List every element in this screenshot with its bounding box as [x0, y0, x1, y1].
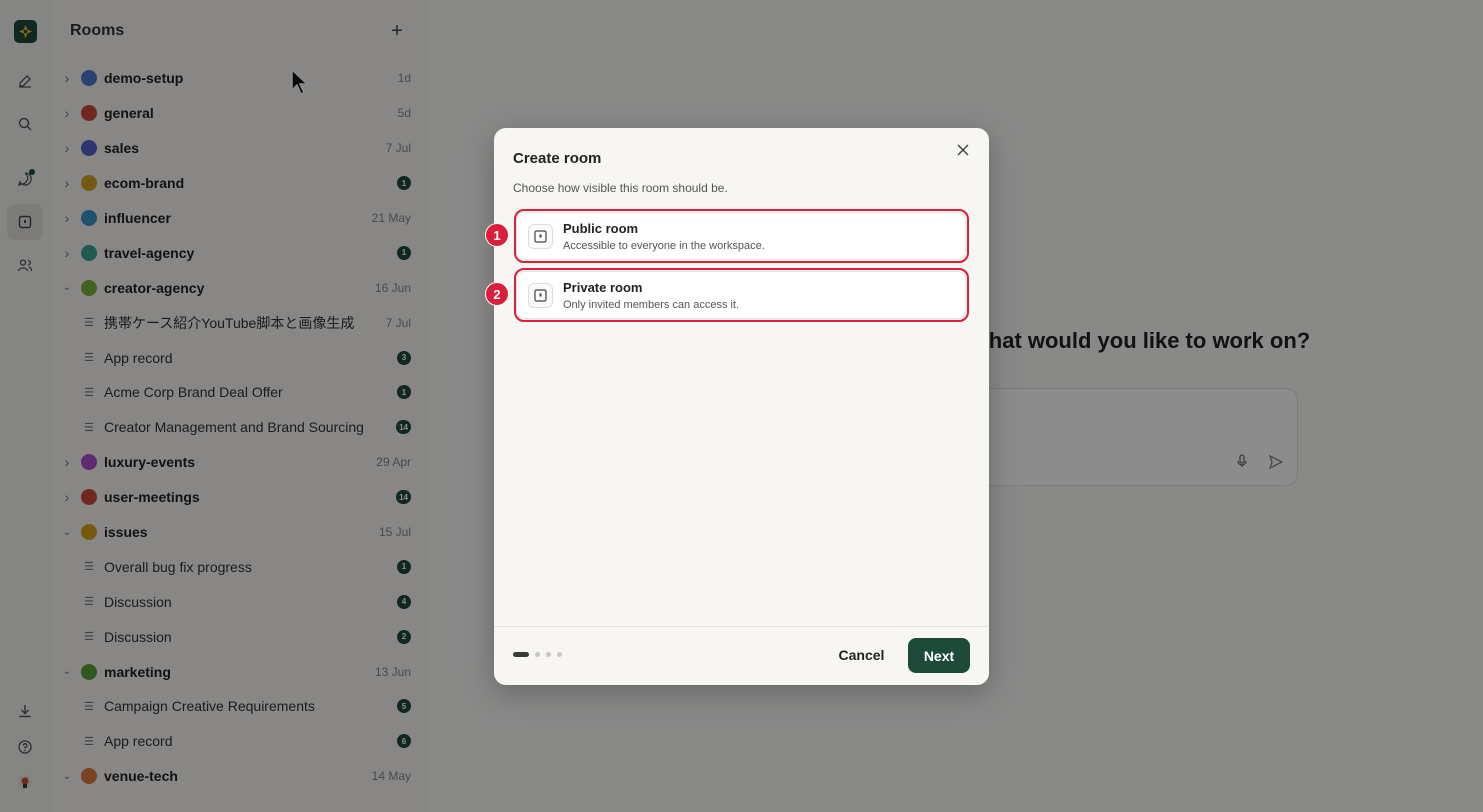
footer-divider: [494, 626, 989, 627]
option-highlight-1: [514, 209, 969, 263]
highlight-marker-1: 1: [485, 223, 509, 247]
step-dot: [535, 652, 540, 657]
cancel-button[interactable]: Cancel: [829, 640, 894, 670]
step-dot: [513, 652, 529, 657]
close-icon: [957, 144, 969, 156]
close-button[interactable]: [953, 142, 973, 162]
step-dot: [546, 652, 551, 657]
next-button[interactable]: Next: [908, 638, 970, 673]
step-dot: [557, 652, 562, 657]
dialog-subtitle: Choose how visible this room should be.: [513, 181, 728, 195]
dialog-title: Create room: [513, 150, 602, 167]
option-highlight-2: [514, 268, 969, 322]
highlight-marker-2: 2: [485, 282, 509, 306]
step-indicator: [513, 652, 562, 657]
